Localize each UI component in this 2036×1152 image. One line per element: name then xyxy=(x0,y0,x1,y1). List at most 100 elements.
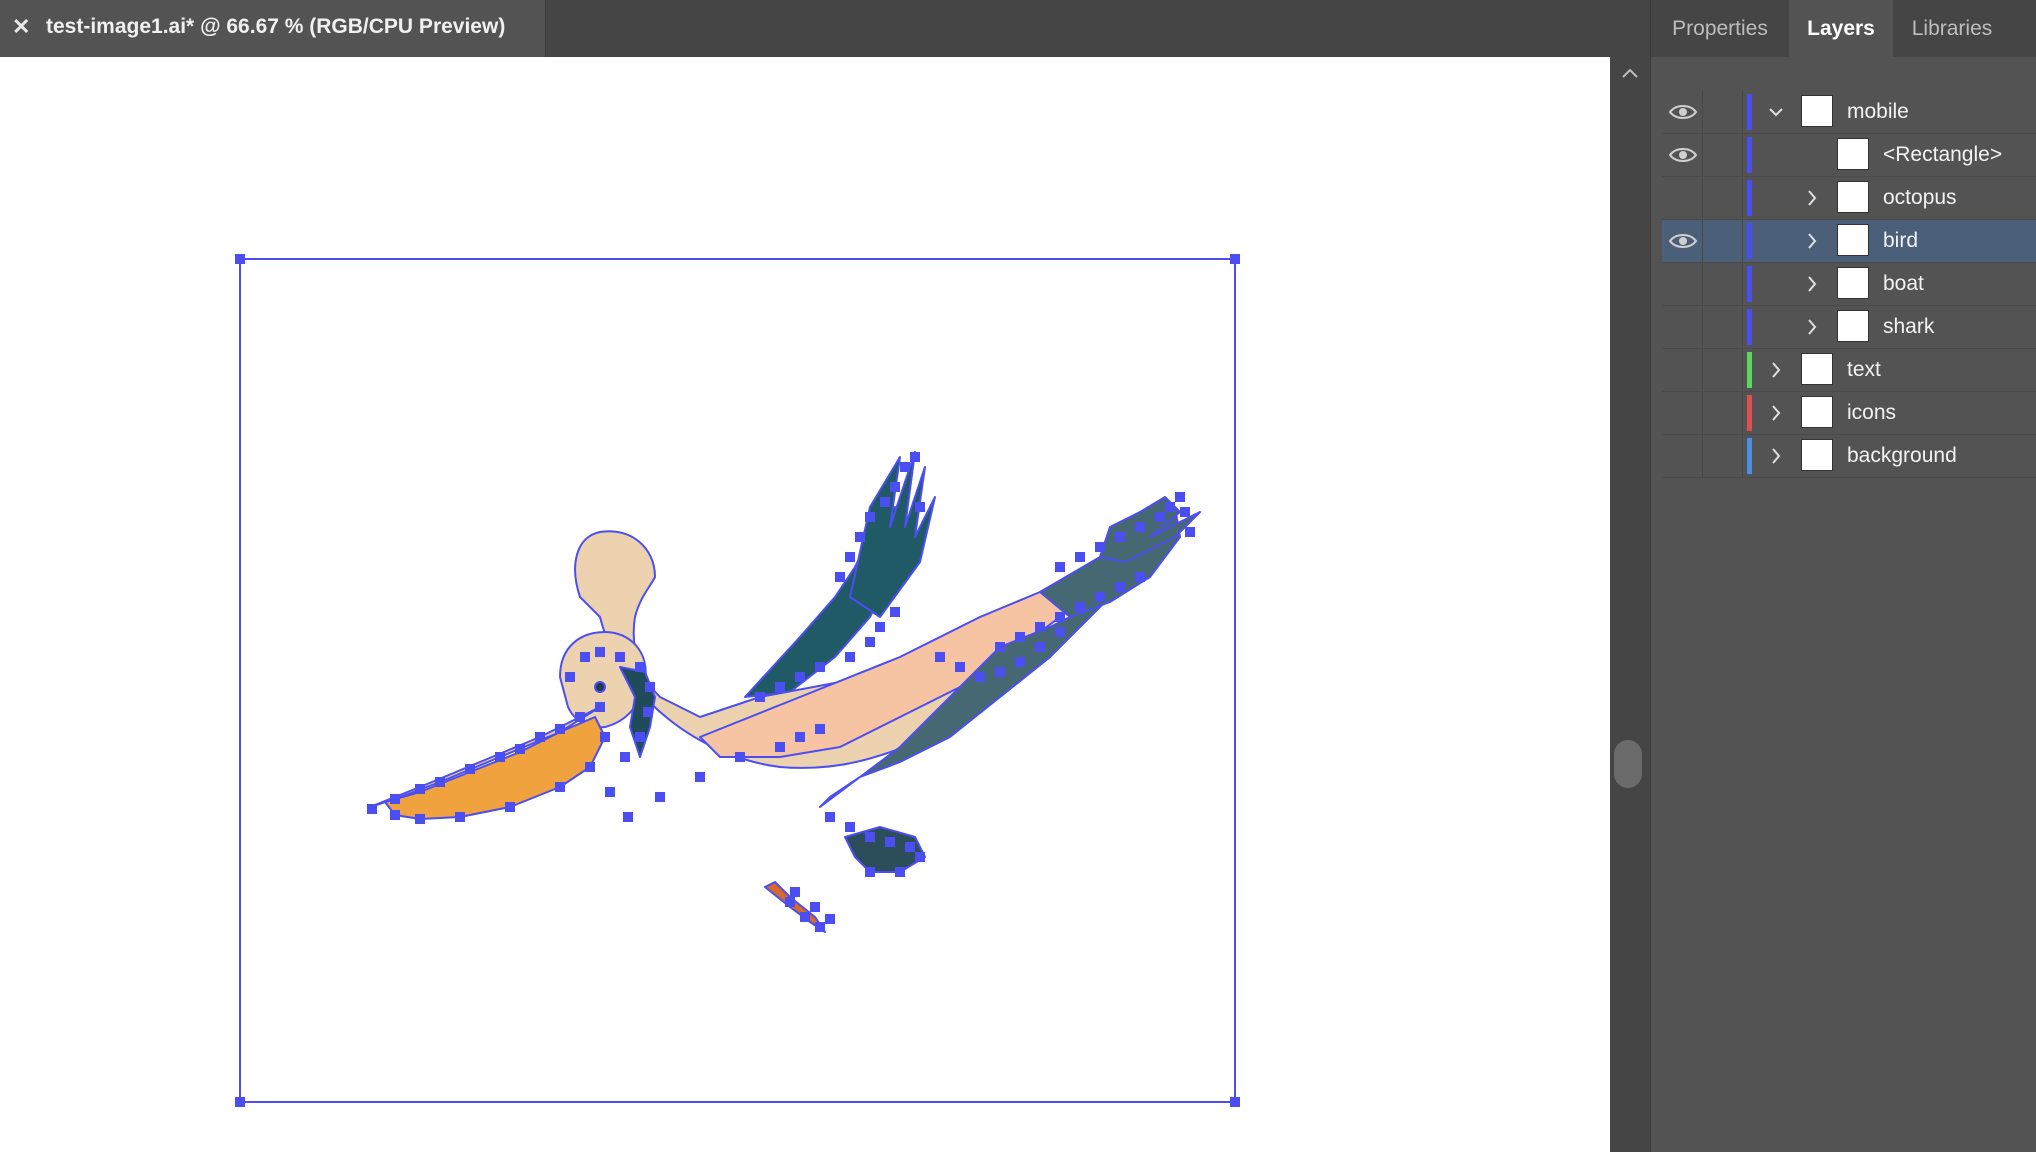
chevron-right-icon[interactable] xyxy=(1803,315,1821,339)
anchor-point[interactable] xyxy=(595,702,605,712)
chevron-right-icon[interactable] xyxy=(1767,358,1785,382)
eye-icon[interactable] xyxy=(1668,317,1698,337)
anchor-point[interactable] xyxy=(390,810,400,820)
eye-icon[interactable] xyxy=(1668,231,1698,251)
anchor-point[interactable] xyxy=(910,452,920,462)
anchor-point[interactable] xyxy=(635,662,645,672)
layer-name[interactable]: background xyxy=(1847,444,1957,468)
layer-row-shark[interactable]: shark xyxy=(1662,306,2036,349)
layer-name[interactable]: <Rectangle> xyxy=(1883,143,2002,167)
anchor-point[interactable] xyxy=(1095,542,1105,552)
anchor-point[interactable] xyxy=(635,732,645,742)
anchor-point[interactable] xyxy=(495,752,505,762)
layer-name[interactable]: icons xyxy=(1847,401,1896,425)
anchor-point[interactable] xyxy=(885,837,895,847)
anchor-point[interactable] xyxy=(865,832,875,842)
anchor-point[interactable] xyxy=(905,842,915,852)
anchor-point[interactable] xyxy=(535,732,545,742)
anchor-point[interactable] xyxy=(1015,632,1025,642)
layer-name[interactable]: mobile xyxy=(1847,100,1909,124)
eye-icon[interactable] xyxy=(1668,403,1698,423)
anchor-point[interactable] xyxy=(775,742,785,752)
anchor-point[interactable] xyxy=(1095,592,1105,602)
tab-layers[interactable]: Layers xyxy=(1789,0,1893,57)
anchor-point[interactable] xyxy=(390,794,400,804)
anchor-point[interactable] xyxy=(655,792,665,802)
anchor-point[interactable] xyxy=(735,752,745,762)
eye-icon[interactable] xyxy=(1668,274,1698,294)
layer-row-text[interactable]: text xyxy=(1662,349,2036,392)
anchor-point[interactable] xyxy=(845,822,855,832)
document-tab[interactable]: ✕ test-image1.ai* @ 66.67 % (RGB/CPU Pre… xyxy=(0,0,546,57)
artwork[interactable] xyxy=(0,57,1610,1152)
anchor-point[interactable] xyxy=(1035,622,1045,632)
anchor-point[interactable] xyxy=(915,502,925,512)
eye-icon[interactable] xyxy=(1668,145,1698,165)
close-tab-icon[interactable]: ✕ xyxy=(12,14,30,40)
anchor-point[interactable] xyxy=(800,912,810,922)
eye-icon[interactable] xyxy=(1668,102,1698,122)
anchor-point[interactable] xyxy=(865,867,875,877)
canvas-vertical-scrollbar[interactable] xyxy=(1610,57,1650,1152)
anchor-point[interactable] xyxy=(815,724,825,734)
anchor-point[interactable] xyxy=(810,902,820,912)
anchor-point[interactable] xyxy=(505,802,515,812)
layer-name[interactable]: shark xyxy=(1883,315,1934,339)
anchor-point[interactable] xyxy=(890,482,900,492)
anchor-point[interactable] xyxy=(455,812,465,822)
anchor-point[interactable] xyxy=(555,782,565,792)
layer-name[interactable]: boat xyxy=(1883,272,1924,296)
anchor-point[interactable] xyxy=(585,762,595,772)
layer-name[interactable]: text xyxy=(1847,358,1881,382)
anchor-point[interactable] xyxy=(795,732,805,742)
chevron-right-icon[interactable] xyxy=(1803,229,1821,253)
chevron-right-icon[interactable] xyxy=(1803,272,1821,296)
chevron-up-icon[interactable] xyxy=(1620,67,1640,79)
anchor-point[interactable] xyxy=(643,707,653,717)
anchor-point[interactable] xyxy=(815,662,825,672)
anchor-point[interactable] xyxy=(755,692,765,702)
anchor-point[interactable] xyxy=(600,732,610,742)
anchor-point[interactable] xyxy=(880,497,890,507)
anchor-point[interactable] xyxy=(895,867,905,877)
anchor-point[interactable] xyxy=(645,682,655,692)
anchor-point[interactable] xyxy=(415,784,425,794)
anchor-point[interactable] xyxy=(955,662,965,672)
anchor-point[interactable] xyxy=(595,647,605,657)
anchor-point[interactable] xyxy=(1055,562,1065,572)
anchor-point[interactable] xyxy=(575,712,585,722)
anchor-point[interactable] xyxy=(975,672,985,682)
selection-bounding-box[interactable] xyxy=(239,258,1236,1103)
anchor-point[interactable] xyxy=(1115,532,1125,542)
anchor-point[interactable] xyxy=(555,724,565,734)
anchor-point[interactable] xyxy=(900,462,910,472)
anchor-point[interactable] xyxy=(1115,582,1125,592)
anchor-point[interactable] xyxy=(1175,492,1185,502)
layer-row-rectangle[interactable]: <Rectangle> xyxy=(1662,134,2036,177)
anchor-point[interactable] xyxy=(790,887,800,897)
anchor-point[interactable] xyxy=(865,512,875,522)
anchor-point[interactable] xyxy=(367,804,377,814)
anchor-point[interactable] xyxy=(695,772,705,782)
anchor-point[interactable] xyxy=(875,622,885,632)
anchor-point[interactable] xyxy=(1075,602,1085,612)
anchor-point[interactable] xyxy=(890,607,900,617)
scrollbar-thumb[interactable] xyxy=(1614,740,1642,788)
chevron-right-icon[interactable] xyxy=(1803,186,1821,210)
eye-icon[interactable] xyxy=(1668,446,1698,466)
eye-icon[interactable] xyxy=(1668,188,1698,208)
anchor-point[interactable] xyxy=(815,922,825,932)
chevron-right-icon[interactable] xyxy=(1767,444,1785,468)
anchor-point[interactable] xyxy=(845,652,855,662)
anchor-point[interactable] xyxy=(565,672,575,682)
anchor-point[interactable] xyxy=(995,642,1005,652)
anchor-point[interactable] xyxy=(995,667,1005,677)
anchor-point[interactable] xyxy=(1185,527,1195,537)
anchor-point[interactable] xyxy=(795,672,805,682)
anchor-point[interactable] xyxy=(1135,572,1145,582)
anchor-point[interactable] xyxy=(825,812,835,822)
anchor-point[interactable] xyxy=(785,897,795,907)
bounding-box-handles[interactable] xyxy=(235,254,1240,1107)
anchor-point[interactable] xyxy=(865,637,875,647)
anchor-point[interactable] xyxy=(435,777,445,787)
